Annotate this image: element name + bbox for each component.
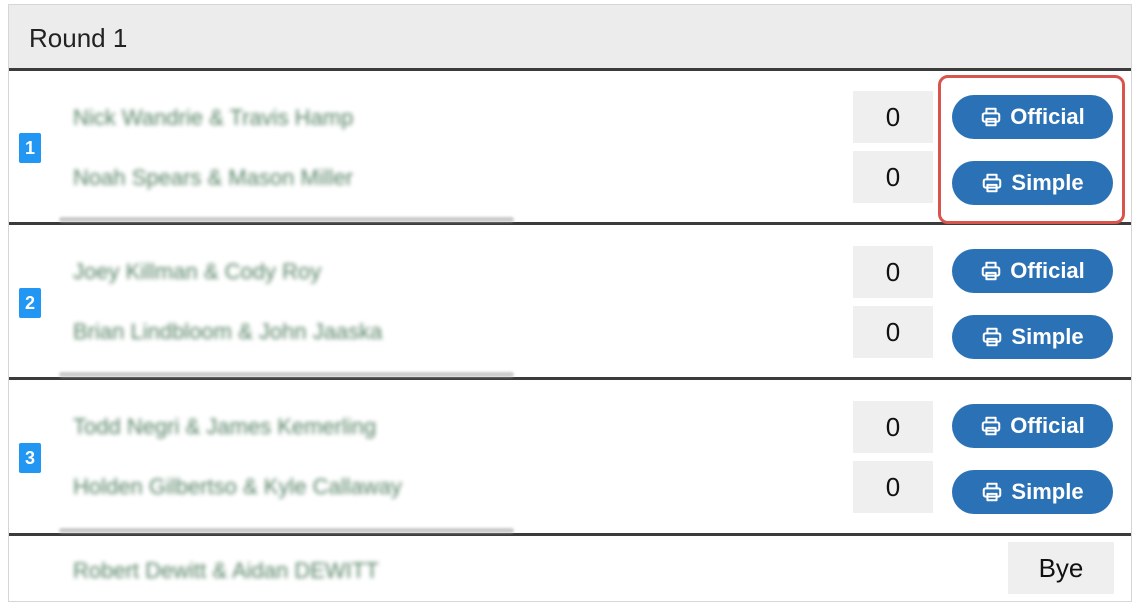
team-1-name: Nick Wandrie & Travis Hamp [73,105,354,130]
team-2-name: Holden Gilbertso & Kyle Callaway [73,474,402,499]
match-number-badge: 1 [19,133,41,163]
team-2-score[interactable]: 0 [853,306,933,358]
team-2-name: Brian Lindbloom & John Jaaska [73,319,383,344]
print-official-label: Official [1010,413,1085,438]
team-2-score[interactable]: 0 [853,151,933,203]
print-official-button[interactable]: Official [952,404,1113,448]
print-official-label: Official [1010,104,1085,129]
match-number-badge: 3 [19,443,41,473]
match-number-badge: 2 [19,288,41,318]
team-2-score[interactable]: 0 [853,461,933,513]
round-panel: Round 1 1 Nick Wandrie & Travis Hamp Noa… [8,4,1132,602]
printer-icon [983,327,1002,347]
round-title: Round 1 [29,23,128,53]
team-1-score[interactable]: 0 [853,401,933,453]
print-official-button[interactable]: Official [952,249,1113,293]
row-divider-shadow [59,372,514,377]
match-3: 3 Todd Negri & James Kemerling Holden Gi… [9,380,1131,536]
printer-icon [981,261,1001,281]
match-1: 1 Nick Wandrie & Travis Hamp Noah Spears… [9,71,1131,225]
printer-icon [981,107,1001,127]
team-1-score[interactable]: 0 [853,91,933,143]
team-2-name: Noah Spears & Mason Miller [73,165,354,190]
printer-icon [981,416,1001,436]
print-official-label: Official [1010,258,1085,283]
print-official-button[interactable]: Official [952,95,1113,139]
print-simple-button[interactable]: Simple [952,315,1113,359]
team-1-name: Joey Killman & Cody Roy [73,259,322,284]
row-divider-shadow [59,528,514,533]
match-2: 2 Joey Killman & Cody Roy Brian Lindbloo… [9,225,1131,380]
printer-icon [983,173,1002,193]
bye-badge: Bye [1008,542,1114,594]
print-simple-button[interactable]: Simple [952,161,1113,205]
print-simple-label: Simple [1011,479,1084,504]
team-1-score[interactable]: 0 [853,246,933,298]
bye-row: Robert Dewitt & Aidan DEWITT Bye [9,536,1131,603]
print-simple-button[interactable]: Simple [952,470,1113,514]
team-1-name: Todd Negri & James Kemerling [73,414,377,439]
print-simple-label: Simple [1011,324,1084,349]
print-simple-label: Simple [1011,170,1084,195]
printer-icon [983,482,1002,502]
round-header: Round 1 [9,5,1131,71]
row-divider-shadow [59,217,514,222]
bye-team-name: Robert Dewitt & Aidan DEWITT [73,558,379,583]
